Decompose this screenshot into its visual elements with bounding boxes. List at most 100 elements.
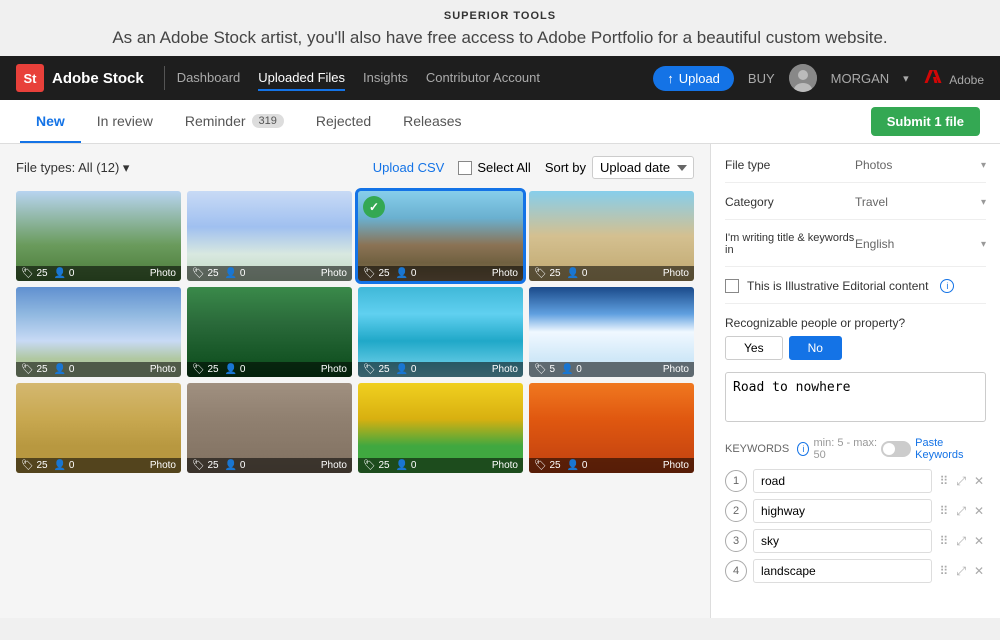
category-label: Category — [725, 195, 855, 209]
no-button[interactable]: No — [789, 336, 842, 360]
nav-insights[interactable]: Insights — [363, 66, 408, 91]
expand-icon[interactable]: ⤢ — [954, 502, 968, 521]
user-name[interactable]: MORGAN — [831, 71, 890, 86]
keyword-input-4[interactable] — [753, 559, 932, 583]
yes-button[interactable]: Yes — [725, 336, 783, 360]
upload-csv-link[interactable]: Upload CSV — [373, 160, 445, 175]
tab-rejected[interactable]: Rejected — [300, 101, 387, 143]
submit-button[interactable]: Submit 1 file — [871, 107, 980, 136]
drag-icon[interactable]: ⠿ — [938, 532, 951, 551]
img-meta: 🏷 25👤 0 Photo — [187, 362, 352, 377]
keyword-num-2: 2 — [725, 500, 747, 522]
toolbar: File types: All (12) ▾ Upload CSV Select… — [16, 156, 694, 179]
image-cell[interactable]: 🏷 25👤 0 Photo — [16, 383, 181, 473]
editorial-checkbox[interactable] — [725, 279, 739, 293]
expand-icon[interactable]: ⤢ — [954, 562, 968, 581]
select-all-label[interactable]: Select All — [458, 160, 530, 175]
tabs-area: New In review Reminder 319 Rejected Rele… — [0, 100, 1000, 144]
reminder-badge: 319 — [252, 114, 284, 128]
keyword-row-2: 2 ⠿ ⤢ ✕ — [725, 499, 986, 523]
brand-title: SUPERIOR TOOLS — [20, 10, 980, 22]
info-icon[interactable]: i — [940, 279, 954, 293]
remove-icon[interactable]: ✕ — [972, 532, 986, 551]
nav-contributor-account[interactable]: Contributor Account — [426, 66, 540, 91]
keyword-icons: ⠿ ⤢ ✕ — [938, 562, 986, 581]
file-type-row: File type Photos ▾ — [725, 158, 986, 183]
keywords-list: 1 ⠿ ⤢ ✕ 2 ⠿ ⤢ ✕ 3 — [725, 469, 986, 583]
keywords-header: KEYWORDS i min: 5 - max: 50 Paste Keywor… — [725, 437, 986, 461]
keywords-info-icon[interactable]: i — [797, 442, 809, 456]
drag-icon[interactable]: ⠿ — [938, 502, 951, 521]
image-grid: 🏷 25👤 0 Photo 🏷 25👤 0 Photo ✓ 🏷 25👤 0 Ph… — [16, 191, 694, 473]
editorial-row: This is Illustrative Editorial content i — [725, 279, 986, 304]
buy-link[interactable]: BUY — [748, 71, 775, 86]
select-all-checkbox[interactable] — [458, 161, 472, 175]
recognizable-row: Recognizable people or property? Yes No — [725, 316, 986, 360]
img-meta: 🏷 5👤 0 Photo — [529, 362, 694, 377]
image-cell[interactable]: 🏷 25👤 0 Photo — [529, 383, 694, 473]
file-type-value: Photos — [855, 158, 981, 172]
keyword-num-3: 3 — [725, 530, 747, 552]
image-cell[interactable]: 🏷 25👤 0 Photo — [529, 191, 694, 281]
keyword-row-3: 3 ⠿ ⤢ ✕ — [725, 529, 986, 553]
tab-in-review[interactable]: In review — [81, 101, 169, 143]
remove-icon[interactable]: ✕ — [972, 502, 986, 521]
remove-icon[interactable]: ✕ — [972, 562, 986, 581]
keyword-icons: ⠿ ⤢ ✕ — [938, 532, 986, 551]
keyword-row-1: 1 ⠿ ⤢ ✕ — [725, 469, 986, 493]
img-meta: 🏷 25👤 0 Photo — [16, 362, 181, 377]
drag-icon[interactable]: ⠿ — [938, 562, 951, 581]
sort-select[interactable]: Upload date — [592, 156, 694, 179]
img-meta: 🏷 25👤 0 Photo — [187, 458, 352, 473]
lang-label: I'm writing title & keywords in — [725, 232, 855, 256]
chevron-down-icon: ▾ — [981, 197, 986, 208]
lang-dropdown[interactable]: English ▾ — [855, 237, 986, 251]
nav-uploaded-files[interactable]: Uploaded Files — [258, 66, 345, 91]
yn-buttons: Yes No — [725, 336, 986, 360]
image-cell[interactable]: 🏷 25👤 0 Photo — [358, 383, 523, 473]
avatar — [789, 64, 817, 92]
img-meta: 🏷 25👤 0 Photo — [529, 458, 694, 473]
nav-dashboard[interactable]: Dashboard — [177, 66, 241, 91]
drag-icon[interactable]: ⠿ — [938, 472, 951, 491]
keyword-num-1: 1 — [725, 470, 747, 492]
category-dropdown[interactable]: Travel ▾ — [855, 195, 986, 209]
image-cell[interactable]: 🏷 25👤 0 Photo — [358, 287, 523, 377]
app-name: Adobe Stock — [52, 70, 144, 87]
expand-icon[interactable]: ⤢ — [954, 532, 968, 551]
tab-new[interactable]: New — [20, 101, 81, 143]
keyword-icons: ⠿ ⤢ ✕ — [938, 502, 986, 521]
img-meta: 🏷 25👤 0 Photo — [16, 458, 181, 473]
category-value: Travel — [855, 195, 981, 209]
top-banner: SUPERIOR TOOLS As an Adobe Stock artist,… — [0, 0, 1000, 56]
check-mark-icon: ✓ — [363, 196, 385, 218]
expand-icon[interactable]: ⤢ — [954, 472, 968, 491]
file-panel: File types: All (12) ▾ Upload CSV Select… — [0, 144, 710, 618]
keyword-input-3[interactable] — [753, 529, 932, 553]
image-cell[interactable]: 🏷 25👤 0 Photo — [187, 191, 352, 281]
img-meta: 🏷 25👤 0 Photo — [187, 266, 352, 281]
title-input[interactable]: Road to nowhere — [725, 372, 986, 422]
keyword-input-2[interactable] — [753, 499, 932, 523]
img-meta: 🏷 25👤 0 Photo — [529, 266, 694, 281]
tab-reminder[interactable]: Reminder 319 — [169, 101, 300, 143]
image-cell[interactable]: 🏷 25👤 0 Photo — [187, 287, 352, 377]
image-cell[interactable]: 🏷 25👤 0 Photo — [16, 287, 181, 377]
file-type-label: File type — [725, 158, 855, 172]
upload-button[interactable]: Upload — [653, 66, 734, 91]
keyword-row-4: 4 ⠿ ⤢ ✕ — [725, 559, 986, 583]
paste-keywords-button[interactable]: Paste Keywords — [881, 437, 986, 461]
tab-releases[interactable]: Releases — [387, 101, 477, 143]
image-cell[interactable]: 🏷 25👤 0 Photo — [187, 383, 352, 473]
file-type-dropdown[interactable]: Photos ▾ — [855, 158, 986, 172]
image-cell[interactable]: 🏷 25👤 0 Photo — [16, 191, 181, 281]
editorial-label: This is Illustrative Editorial content — [747, 279, 928, 293]
remove-icon[interactable]: ✕ — [972, 472, 986, 491]
language-row: I'm writing title & keywords in English … — [725, 232, 986, 267]
file-types-filter[interactable]: File types: All (12) ▾ — [16, 160, 129, 176]
app-logo: St — [16, 64, 44, 92]
keyword-icons: ⠿ ⤢ ✕ — [938, 472, 986, 491]
image-cell[interactable]: 🏷 5👤 0 Photo — [529, 287, 694, 377]
image-cell-selected[interactable]: ✓ 🏷 25👤 0 Photo — [358, 191, 523, 281]
keyword-input-1[interactable] — [753, 469, 932, 493]
